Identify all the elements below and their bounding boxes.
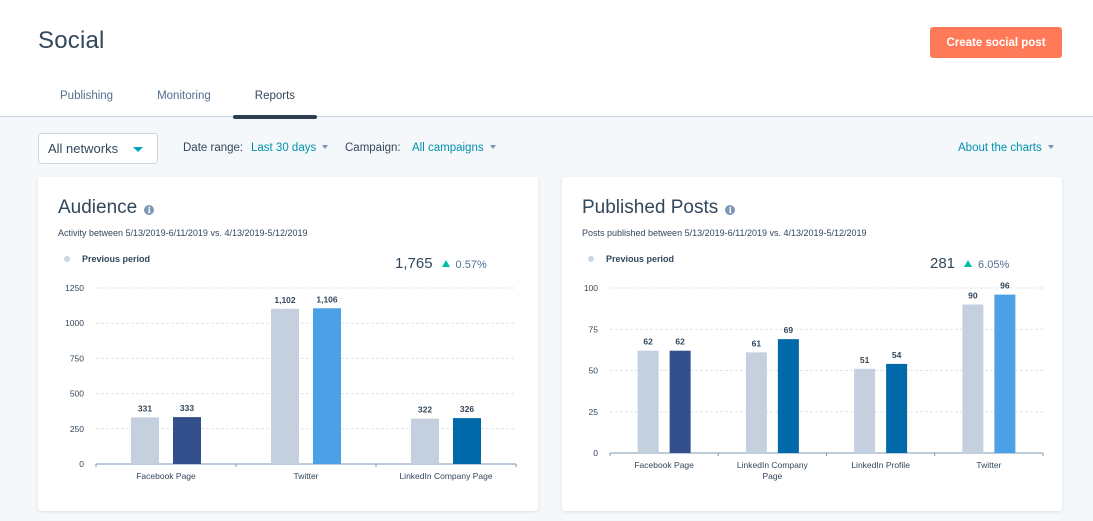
x-category-label: Page — [762, 471, 782, 481]
y-tick-label: 25 — [589, 407, 599, 417]
bar-previous-period — [131, 417, 159, 464]
data-label: 1,102 — [274, 295, 296, 305]
tab-bar: Publishing Monitoring Reports — [38, 80, 318, 119]
data-label: 69 — [784, 325, 794, 335]
y-tick-label: 0 — [79, 459, 84, 469]
bar-previous-period — [745, 352, 767, 453]
x-category-label: Facebook Page — [136, 471, 196, 481]
y-tick-label: 100 — [584, 283, 598, 293]
data-label: 90 — [968, 291, 978, 301]
y-tick-label: 75 — [589, 324, 599, 334]
about-charts-dropdown[interactable]: About the charts — [958, 142, 1054, 154]
bar-current-period — [453, 418, 481, 464]
tab-monitoring[interactable]: Monitoring — [135, 80, 233, 117]
bar-current-period — [777, 339, 799, 453]
page-title: Social — [38, 27, 105, 54]
filter-bar: All networks Date range: Last 30 days Ca… — [38, 133, 1062, 165]
data-label: 61 — [752, 338, 762, 348]
x-category-label: LinkedIn Company — [737, 460, 809, 470]
bar-current-period — [173, 417, 201, 464]
y-tick-label: 0 — [593, 448, 598, 458]
data-label: 62 — [643, 337, 653, 347]
y-tick-label: 50 — [589, 366, 599, 376]
tab-reports[interactable]: Reports — [232, 80, 318, 119]
audience-bar-chart: 0 250 500 750 1000 1250 331 333 Facebook Page 1,1… — [65, 283, 517, 481]
audience-card: Audience i Activity between 5/13/2019-6/… — [38, 177, 538, 511]
create-social-post-button[interactable]: Create social post — [930, 27, 1062, 58]
date-range-dropdown[interactable]: Last 30 days — [251, 142, 329, 154]
bar-current-period — [669, 350, 691, 453]
bar-previous-period — [637, 350, 659, 453]
y-tick-label: 750 — [70, 353, 84, 363]
about-charts-label: About the charts — [958, 142, 1042, 154]
data-label: 322 — [418, 405, 432, 415]
data-label: 54 — [892, 350, 902, 360]
data-label: 1,106 — [316, 294, 338, 304]
caret-down-icon — [322, 144, 329, 149]
data-label: 333 — [180, 403, 194, 413]
x-category-label: LinkedIn Company Page — [399, 471, 492, 481]
date-range-label: Date range: — [183, 142, 244, 154]
published-posts-card: Published Posts i Posts published betwee… — [562, 177, 1062, 511]
data-label: 62 — [675, 337, 685, 347]
bar-previous-period — [962, 304, 984, 453]
networks-select[interactable]: All networks — [38, 133, 158, 164]
published-posts-bar-chart: 0 25 50 75 100 62 62 Facebook Page 61 69 LinkedIn … — [584, 281, 1044, 481]
x-category-label: LinkedIn Profile — [851, 460, 910, 470]
bar-previous-period — [411, 418, 439, 464]
x-category-label: Facebook Page — [634, 460, 694, 470]
tab-publishing[interactable]: Publishing — [38, 80, 135, 117]
y-tick-label: 1250 — [65, 283, 84, 293]
caret-down-icon — [133, 147, 143, 152]
date-range-value: Last 30 days — [251, 142, 317, 154]
bar-previous-period — [271, 308, 299, 464]
data-label: 326 — [460, 404, 474, 414]
bar-current-period — [886, 363, 908, 453]
campaign-dropdown[interactable]: All campaigns — [412, 142, 496, 154]
x-category-label: Twitter — [293, 471, 318, 481]
networks-select-value: All networks — [48, 141, 119, 156]
bar-current-period — [313, 308, 341, 464]
caret-down-icon — [1047, 144, 1054, 149]
y-tick-label: 500 — [70, 389, 84, 399]
bar-previous-period — [854, 368, 876, 453]
y-tick-label: 1000 — [65, 318, 84, 328]
bar-current-period — [994, 294, 1016, 453]
y-tick-label: 250 — [70, 424, 84, 434]
x-category-label: Twitter — [976, 460, 1001, 470]
data-label: 51 — [860, 355, 870, 365]
page-header: Social Create social post Publishing Mon… — [0, 0, 1093, 119]
data-label: 96 — [1000, 281, 1010, 291]
campaign-value: All campaigns — [412, 142, 484, 154]
data-label: 331 — [138, 403, 152, 413]
campaign-label: Campaign: — [345, 142, 401, 154]
caret-down-icon — [489, 144, 496, 149]
